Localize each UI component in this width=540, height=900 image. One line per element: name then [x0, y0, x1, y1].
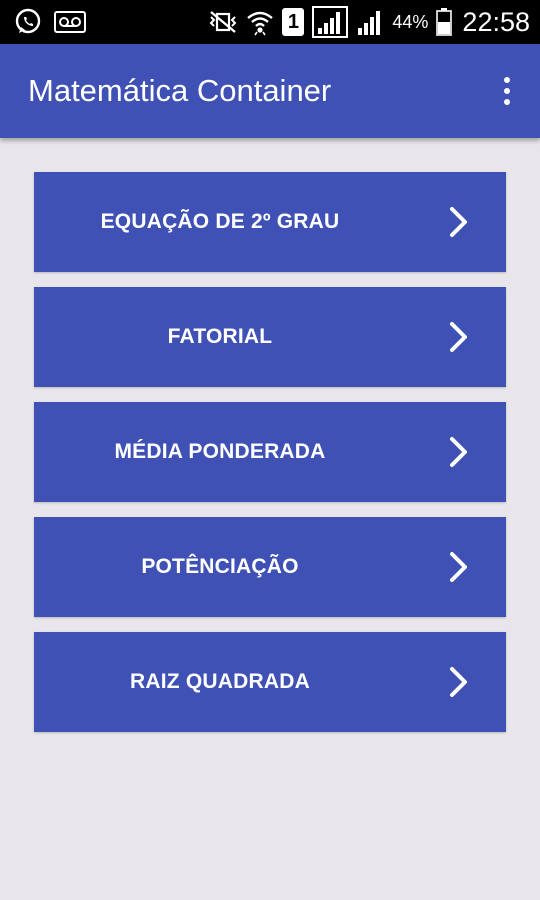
whatsapp-icon — [14, 8, 42, 36]
menu-item-label: MÉDIA PONDERADA — [114, 440, 326, 463]
chevron-right-icon — [450, 207, 467, 237]
status-left — [14, 8, 98, 36]
app-title: Matemática Container — [28, 73, 332, 108]
signal-icon — [312, 6, 349, 38]
chevron-right-icon — [450, 437, 467, 467]
status-right: 1 44% 22:58 — [200, 6, 530, 38]
raiz-quadrada-button[interactable]: RAIZ QUADRADA — [34, 632, 506, 732]
voicemail-icon — [54, 11, 86, 33]
chevron-right-icon — [450, 552, 467, 582]
sim-1-icon: 1 — [282, 8, 305, 36]
vibrate-silent-icon — [208, 9, 238, 35]
battery-percentage: 44% — [392, 11, 429, 32]
overflow-dot — [504, 99, 510, 105]
status-bar: 1 44% 22:58 — [0, 0, 540, 44]
app-bar: Matemática Container — [0, 44, 540, 138]
menu-list: EQUAÇÃO DE 2º GRAU FATORIAL MÉDIA PONDER… — [34, 172, 506, 747]
wifi-icon — [246, 8, 274, 36]
fatorial-button[interactable]: FATORIAL — [34, 287, 506, 387]
overflow-dot — [504, 77, 510, 83]
chevron-right-icon — [450, 667, 467, 697]
menu-item-label: FATORIAL — [167, 325, 273, 348]
more-vert-icon[interactable] — [492, 69, 522, 113]
battery-icon — [436, 8, 453, 36]
menu-item-label: EQUAÇÃO DE 2º GRAU — [100, 210, 340, 233]
equacao-2-grau-button[interactable]: EQUAÇÃO DE 2º GRAU — [34, 172, 506, 272]
menu-item-label: POTÊNCIAÇÃO — [141, 555, 299, 578]
clock: 22:58 — [462, 6, 530, 37]
potenciacao-button[interactable]: POTÊNCIAÇÃO — [34, 517, 506, 617]
chevron-right-icon — [450, 322, 467, 352]
media-ponderada-button[interactable]: MÉDIA PONDERADA — [34, 402, 506, 502]
menu-item-label: RAIZ QUADRADA — [130, 670, 310, 693]
signal-icon-2 — [356, 8, 384, 36]
overflow-dot — [504, 88, 510, 94]
